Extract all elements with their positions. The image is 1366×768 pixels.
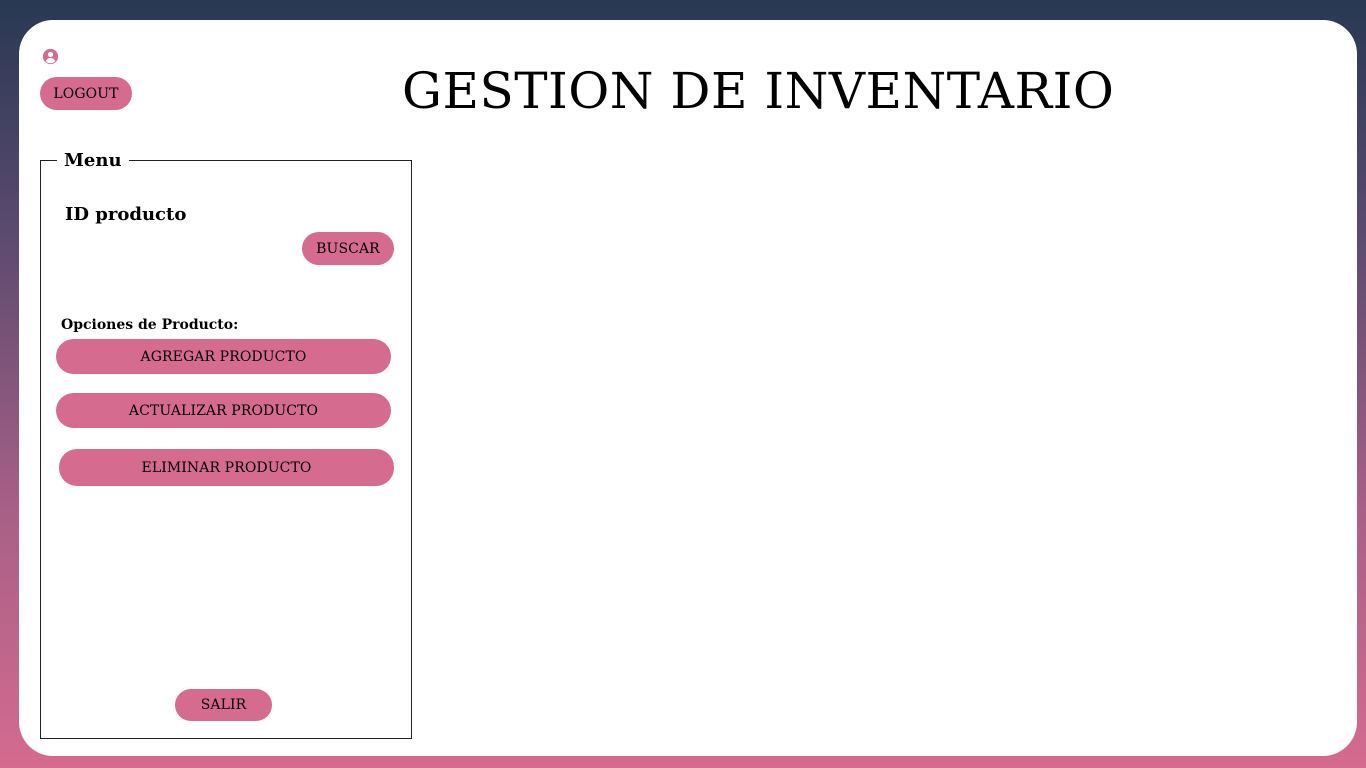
logout-button[interactable]: LOGOUT bbox=[40, 77, 132, 110]
delete-product-button[interactable]: ELIMINAR PRODUCTO bbox=[59, 449, 394, 486]
product-options-label: Opciones de Producto: bbox=[61, 317, 239, 333]
user-circle-icon bbox=[42, 48, 59, 65]
menu-legend: Menu bbox=[64, 150, 122, 171]
user-icon[interactable] bbox=[42, 48, 59, 65]
search-button[interactable]: BUSCAR bbox=[302, 232, 394, 265]
product-id-label: ID producto bbox=[65, 204, 187, 225]
main-card: LOGOUT GESTION DE INVENTARIO Menu ID pro… bbox=[19, 20, 1357, 756]
update-product-button[interactable]: ACTUALIZAR PRODUCTO bbox=[56, 393, 391, 428]
menu-panel: Menu ID producto BUSCAR Opciones de Prod… bbox=[40, 150, 412, 739]
add-product-button[interactable]: AGREGAR PRODUCTO bbox=[56, 339, 391, 374]
page-title: GESTION DE INVENTARIO bbox=[402, 62, 1115, 120]
exit-button[interactable]: SALIR bbox=[175, 689, 272, 721]
